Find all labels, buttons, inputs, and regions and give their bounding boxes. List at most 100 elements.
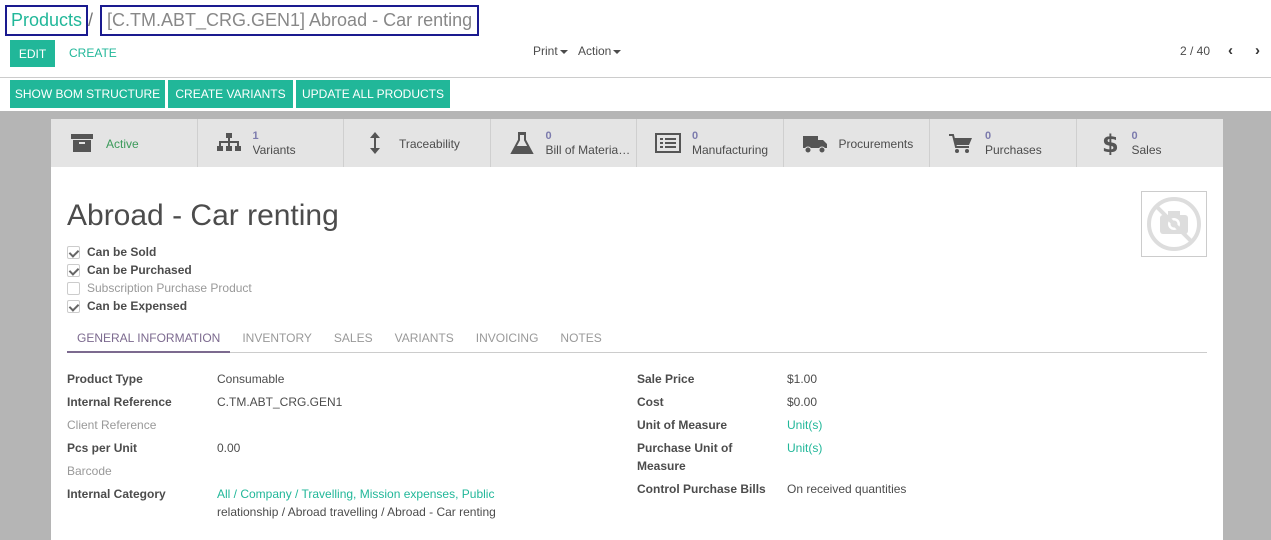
breadcrumb-products-link[interactable]: Products — [5, 5, 89, 36]
truck-icon — [802, 136, 827, 154]
product-name: Abroad - Car renting — [67, 199, 339, 232]
form-sheet: Active 1 Variants Traceability 0 Bill of… — [51, 119, 1223, 540]
edit-button[interactable]: EDIT — [10, 40, 55, 67]
can-be-purchased-option[interactable]: Can be Purchased — [67, 261, 252, 279]
product-image[interactable] — [1141, 191, 1207, 257]
internal-reference-label: Internal Reference — [67, 395, 172, 409]
create-button[interactable]: CREATE — [69, 46, 117, 60]
product-options: Can be Sold Can be Purchased Subscriptio… — [67, 243, 252, 315]
tab-variants[interactable]: VARIANTS — [385, 329, 464, 353]
caret-down-icon — [613, 49, 622, 54]
checkbox-checked[interactable] — [67, 263, 80, 277]
general-left-group: Product Type Consumable Internal Referen… — [67, 372, 627, 527]
bom-count: 0 — [545, 130, 552, 142]
shopping-cart-icon — [949, 134, 972, 153]
sale-price-label: Sale Price — [637, 372, 695, 386]
svg-text:$: $ — [1102, 131, 1119, 155]
variants-button[interactable]: 1 Variants — [198, 119, 344, 167]
purchases-label: Purchases — [985, 143, 1042, 157]
purchase-uom-row: Purchase Unit of Measure Unit(s) — [637, 441, 1197, 482]
variants-count: 1 — [252, 130, 259, 142]
control-panel: Products / [C.TM.ABT_CRG.GEN1] Abroad - … — [0, 0, 1271, 111]
cost-value: $0.00 — [787, 395, 818, 409]
variants-label: Variants — [252, 143, 296, 157]
control-purchase-bills-row: Control Purchase Bills On received quant… — [637, 482, 1197, 505]
internal-reference-row: Internal Reference C.TM.ABT_CRG.GEN1 — [67, 395, 627, 418]
internal-category-link[interactable]: All / Company / Travelling, Mission expe… — [217, 487, 494, 501]
caret-down-icon — [559, 49, 568, 54]
can-be-sold-option[interactable]: Can be Sold — [67, 243, 252, 261]
control-panel-divider — [0, 77, 1271, 78]
arrows-v-icon — [370, 132, 380, 154]
can-be-expensed-option[interactable]: Can be Expensed — [67, 297, 252, 315]
breadcrumb-separator: / — [88, 10, 94, 30]
cost-row: Cost $0.00 — [637, 395, 1197, 418]
print-label: Print — [533, 44, 558, 58]
checkbox-unchecked[interactable] — [67, 281, 80, 295]
manufacturing-count: 0 — [692, 130, 699, 142]
show-bom-structure-button[interactable]: SHOW BOM STRUCTURE — [10, 80, 165, 108]
pcs-per-unit-value: 0.00 — [217, 441, 241, 455]
bill-of-materials-button[interactable]: 0 Bill of Materia… — [491, 119, 637, 167]
unit-of-measure-row: Unit of Measure Unit(s) — [637, 418, 1197, 441]
unit-of-measure-link[interactable]: Unit(s) — [787, 418, 822, 432]
checkbox-checked[interactable] — [67, 299, 80, 313]
pager-next-button[interactable]: › — [1255, 42, 1260, 59]
internal-reference-value: C.TM.ABT_CRG.GEN1 — [217, 395, 343, 409]
breadcrumb-current: [C.TM.ABT_CRG.GEN1] Abroad - Car renting — [100, 5, 480, 36]
no-photo-icon — [1147, 197, 1201, 251]
checkbox-checked[interactable] — [67, 245, 80, 259]
sales-count: 0 — [1131, 130, 1138, 142]
pcs-per-unit-label: Pcs per Unit — [67, 441, 138, 455]
product-type-value: Consumable — [217, 372, 285, 386]
tab-sales[interactable]: SALES — [324, 329, 383, 353]
can-be-purchased-label: Can be Purchased — [87, 263, 192, 277]
can-be-expensed-label: Can be Expensed — [87, 299, 188, 313]
purchase-uom-label: Purchase Unit of — [637, 441, 733, 455]
traceability-label: Traceability — [399, 137, 460, 151]
procurements-label: Procurements — [838, 137, 914, 151]
sitemap-icon — [216, 133, 241, 151]
unit-of-measure-label: Unit of Measure — [637, 418, 728, 432]
tab-notes[interactable]: NOTES — [550, 329, 611, 353]
subscription-purchase-option[interactable]: Subscription Purchase Product — [67, 279, 252, 297]
archive-icon — [71, 134, 93, 152]
control-purchase-bills-label: Control Purchase Bills — [637, 482, 766, 496]
control-purchase-bills-value: On received quantities — [787, 482, 907, 496]
pager-value[interactable]: 2 / 40 — [1180, 44, 1210, 58]
purchase-uom-label-continued: Measure — [637, 459, 686, 473]
client-reference-row: Client Reference — [67, 418, 627, 441]
internal-category-link-continued[interactable]: relationship / Abroad travelling / Abroa… — [217, 505, 496, 519]
sale-price-value: $1.00 — [787, 372, 818, 386]
purchase-uom-link[interactable]: Unit(s) — [787, 441, 822, 455]
sales-button[interactable]: $ 0 Sales — [1077, 119, 1224, 167]
active-toggle-button[interactable]: Active — [51, 119, 198, 167]
can-be-sold-label: Can be Sold — [87, 245, 157, 259]
pager-previous-button[interactable]: ‹ — [1228, 42, 1233, 59]
action-dropdown[interactable]: Action — [578, 44, 622, 58]
print-dropdown[interactable]: Print — [533, 44, 568, 58]
product-type-label: Product Type — [67, 372, 143, 386]
tab-inventory[interactable]: INVENTORY — [232, 329, 322, 353]
update-all-products-button[interactable]: UPDATE ALL PRODUCTS — [296, 80, 450, 108]
barcode-row: Barcode — [67, 464, 627, 487]
create-variants-button[interactable]: CREATE VARIANTS — [168, 80, 293, 108]
smart-button-box: Active 1 Variants Traceability 0 Bill of… — [51, 119, 1223, 167]
sales-label: Sales — [1131, 143, 1162, 157]
tab-invoicing[interactable]: INVOICING — [466, 329, 549, 353]
manufacturing-button[interactable]: 0 Manufacturing — [637, 119, 784, 167]
tab-general-information[interactable]: GENERAL INFORMATION — [67, 329, 231, 353]
manufacturing-label: Manufacturing — [692, 143, 769, 157]
flask-icon — [509, 132, 534, 154]
notebook-tabs: GENERAL INFORMATION INVENTORY SALES VARI… — [67, 329, 1207, 353]
procurements-button[interactable]: Procurements — [784, 119, 930, 167]
list-alt-icon — [655, 133, 681, 153]
cost-label: Cost — [637, 395, 664, 409]
product-type-row: Product Type Consumable — [67, 372, 627, 395]
internal-category-row: Internal Category All / Company / Travel… — [67, 487, 627, 527]
traceability-button[interactable]: Traceability — [344, 119, 491, 167]
subscription-purchase-label: Subscription Purchase Product — [87, 281, 252, 295]
general-right-group: Sale Price $1.00 Cost $0.00 Unit of Meas… — [637, 372, 1197, 505]
barcode-label: Barcode — [67, 464, 112, 478]
purchases-button[interactable]: 0 Purchases — [930, 119, 1077, 167]
